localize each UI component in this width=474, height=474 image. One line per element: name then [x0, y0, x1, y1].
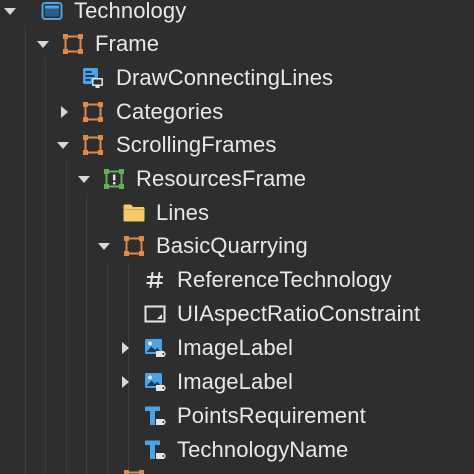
collapse-chevron-icon[interactable] — [122, 376, 129, 388]
local-script-icon — [81, 66, 105, 90]
expand-chevron-icon[interactable] — [98, 243, 110, 250]
text-label-icon — [143, 438, 167, 462]
tree-item-label: ReferenceTechnology — [177, 267, 392, 292]
tree-item-label: Frame — [95, 31, 160, 56]
tree-item-reference-technology[interactable]: ReferenceTechnology — [0, 263, 474, 297]
tree-item-label: DrawConnectingLines — [116, 65, 334, 90]
tree-item-label: Technology — [74, 0, 187, 23]
scrolling-frame-icon — [102, 167, 126, 191]
tree-item-categories[interactable]: Categories — [0, 95, 474, 129]
tree-item-partial[interactable] — [122, 468, 146, 474]
tree-item-image-label[interactable]: ImageLabel — [0, 365, 474, 399]
tree-item-label: Categories — [116, 99, 224, 124]
expand-chevron-icon[interactable] — [78, 176, 90, 183]
frame-icon — [61, 32, 85, 56]
aspect-ratio-constraint-icon — [143, 302, 167, 326]
frame-icon — [122, 468, 146, 474]
text-label-icon — [143, 404, 167, 428]
tree-item-draw-connecting-lines[interactable]: DrawConnectingLines — [0, 61, 474, 95]
frame-icon — [81, 133, 105, 157]
frame-icon — [122, 234, 146, 258]
tree-item-label: BasicQuarrying — [156, 233, 308, 258]
collapse-chevron-icon[interactable] — [122, 342, 129, 354]
tree-item-label: ScrollingFrames — [116, 132, 277, 157]
expand-chevron-icon[interactable] — [57, 142, 69, 149]
tree-item-label: UIAspectRatioConstraint — [177, 301, 421, 326]
tree-item-lines[interactable]: Lines — [0, 196, 474, 230]
tree-item-label: ResourcesFrame — [136, 166, 307, 191]
tree-item-label: PointsRequirement — [177, 403, 366, 428]
tree-item-technology[interactable]: Technology — [0, 0, 474, 28]
tree-item-scrolling-frames[interactable]: ScrollingFrames — [0, 128, 474, 162]
tree-item-label: Lines — [156, 200, 210, 225]
image-label-icon — [143, 336, 167, 360]
tree-item-label: ImageLabel — [177, 335, 293, 360]
tree-item-frame[interactable]: Frame — [0, 27, 474, 61]
tree-item-technology-name[interactable]: TechnologyName — [0, 433, 474, 467]
value-icon — [143, 268, 167, 292]
expand-chevron-icon[interactable] — [37, 41, 49, 48]
tree-item-image-label[interactable]: ImageLabel — [0, 331, 474, 365]
frame-icon — [81, 100, 105, 124]
explorer-tree: Technology Frame DrawConnectingLines Cat… — [0, 0, 474, 474]
image-label-icon — [143, 370, 167, 394]
tree-item-label: TechnologyName — [177, 437, 349, 462]
tree-item-resources-frame[interactable]: ResourcesFrame — [0, 162, 474, 196]
tree-item-points-requirement[interactable]: PointsRequirement — [0, 399, 474, 433]
tree-item-ui-aspect-ratio-constraint[interactable]: UIAspectRatioConstraint — [0, 297, 474, 331]
expand-chevron-icon[interactable] — [4, 8, 16, 15]
folder-icon — [122, 201, 146, 225]
tree-item-label: ImageLabel — [177, 369, 293, 394]
tree-item-basic-quarrying[interactable]: BasicQuarrying — [0, 229, 474, 263]
screen-gui-icon — [40, 0, 64, 23]
collapse-chevron-icon[interactable] — [61, 106, 68, 118]
